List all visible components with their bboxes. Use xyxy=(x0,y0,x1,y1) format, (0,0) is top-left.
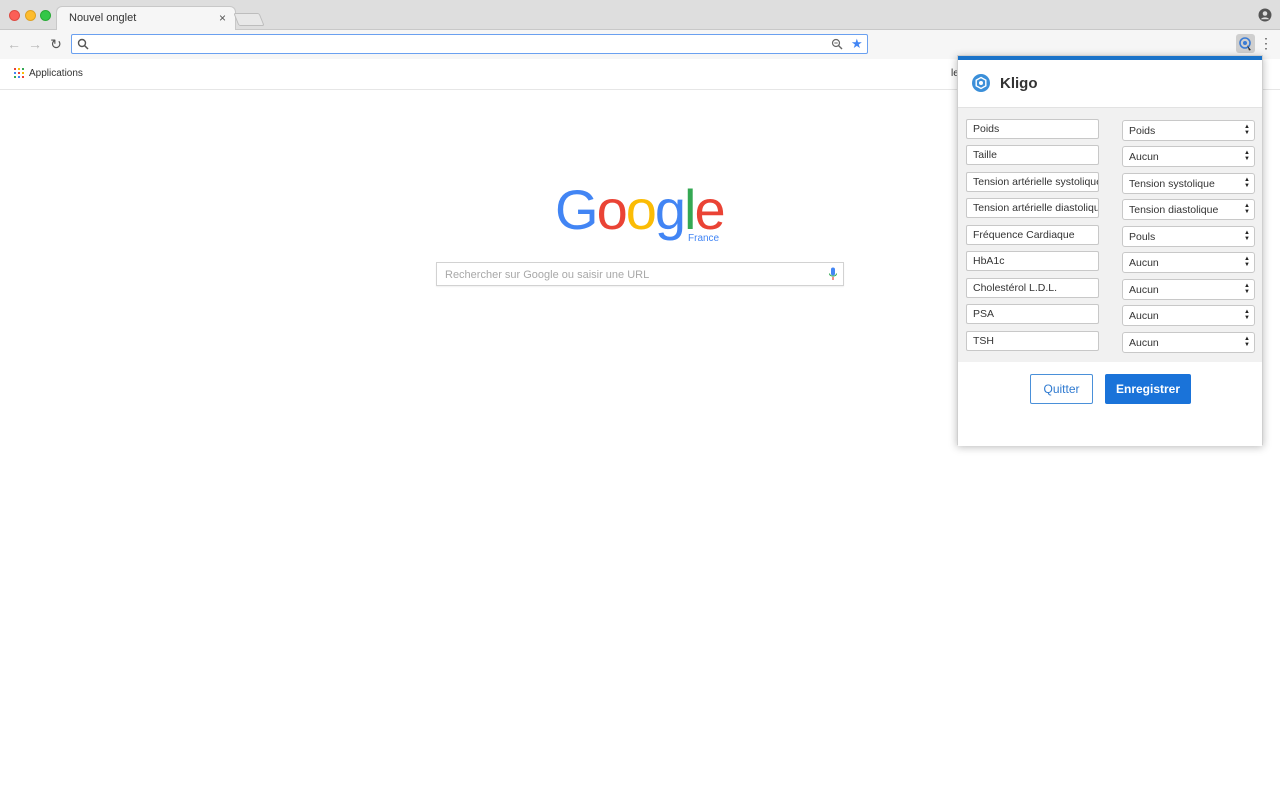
field-select[interactable]: Tension diastolique ▲ ▼ xyxy=(1122,199,1255,220)
mapping-row: HbA1c Aucun ▲ ▼ xyxy=(958,251,1262,273)
tab-strip: Nouvel onglet × xyxy=(0,0,1280,31)
select-arrows-icon: ▲ ▼ xyxy=(1244,124,1250,136)
field-input[interactable]: Taille xyxy=(966,145,1099,165)
close-window-button[interactable] xyxy=(9,10,20,21)
field-input[interactable]: Tension artérielle systolique xyxy=(966,172,1099,192)
logo-letter: g xyxy=(654,178,686,241)
select-value: Aucun xyxy=(1129,337,1159,349)
logo-letter: o xyxy=(625,178,657,241)
kligo-extension-icon xyxy=(1239,37,1251,51)
select-arrows-icon: ▲ ▼ xyxy=(1244,283,1250,295)
popup-title: Kligo xyxy=(1000,75,1038,92)
omnibox[interactable]: ★ xyxy=(71,34,868,54)
select-arrows-icon: ▲ ▼ xyxy=(1244,309,1250,321)
mapping-row: Tension artérielle diastolique Tension d… xyxy=(958,198,1262,220)
field-select[interactable]: Aucun ▲ ▼ xyxy=(1122,305,1255,326)
select-value: Aucun xyxy=(1129,310,1159,322)
extension-icon[interactable] xyxy=(1236,34,1255,53)
mapping-row: Fréquence Cardiaque Pouls ▲ ▼ xyxy=(958,225,1262,247)
select-value: Tension diastolique xyxy=(1129,204,1219,216)
select-arrows-icon: ▲ ▼ xyxy=(1244,256,1250,268)
select-arrows-icon: ▲ ▼ xyxy=(1244,150,1250,162)
select-value: Poids xyxy=(1129,125,1156,137)
tab-new-tab[interactable]: Nouvel onglet × xyxy=(56,6,236,31)
bookmark-applications[interactable]: Applications xyxy=(29,68,83,79)
search-icon xyxy=(77,38,89,50)
reload-icon[interactable]: ↻ xyxy=(47,35,65,53)
back-arrow-icon[interactable]: ← xyxy=(5,35,23,53)
field-select[interactable]: Aucun ▲ ▼ xyxy=(1122,252,1255,273)
field-input[interactable]: Fréquence Cardiaque xyxy=(966,225,1099,245)
maximize-window-button[interactable] xyxy=(40,10,51,21)
mapping-row: Taille Aucun ▲ ▼ xyxy=(958,145,1262,167)
select-value: Aucun xyxy=(1129,151,1159,163)
mapping-row: Poids Poids ▲ ▼ xyxy=(958,119,1262,141)
profile-icon[interactable] xyxy=(1258,8,1272,22)
field-select[interactable]: Pouls ▲ ▼ xyxy=(1122,226,1255,247)
popup-header: Kligo xyxy=(958,60,1262,108)
field-input[interactable]: Poids xyxy=(966,119,1099,139)
apps-grid-icon[interactable] xyxy=(14,68,24,78)
save-button[interactable]: Enregistrer xyxy=(1105,374,1191,404)
select-value: Aucun xyxy=(1129,257,1159,269)
menu-icon[interactable]: ⋮ xyxy=(1259,36,1273,50)
field-input[interactable]: Tension artérielle diastolique xyxy=(966,198,1099,218)
field-input[interactable]: PSA xyxy=(966,304,1099,324)
logo-letter: l xyxy=(684,178,697,241)
mapping-row: PSA Aucun ▲ ▼ xyxy=(958,304,1262,326)
mapping-form: Poids Poids ▲ ▼ Taille Aucun ▲ ▼ Tension art… xyxy=(958,108,1262,362)
mapping-row: Cholestérol L.D.L. Aucun ▲ ▼ xyxy=(958,278,1262,300)
field-select[interactable]: Aucun ▲ ▼ xyxy=(1122,279,1255,300)
zoom-icon[interactable] xyxy=(831,38,843,50)
logo-letter: o xyxy=(596,178,628,241)
field-input[interactable]: Cholestérol L.D.L. xyxy=(966,278,1099,298)
select-arrows-icon: ▲ ▼ xyxy=(1244,336,1250,348)
logo-letter: G xyxy=(555,178,599,241)
select-value: Aucun xyxy=(1129,284,1159,296)
omnibox-input[interactable] xyxy=(92,37,832,51)
google-search-box[interactable] xyxy=(436,262,844,286)
microphone-icon[interactable] xyxy=(828,267,838,281)
minimize-window-button[interactable] xyxy=(25,10,36,21)
google-country-label: France xyxy=(688,233,720,244)
select-value: Pouls xyxy=(1129,231,1156,243)
star-icon[interactable]: ★ xyxy=(851,36,863,51)
field-input[interactable]: TSH xyxy=(966,331,1099,351)
kligo-popup: Kligo Poids Poids ▲ ▼ Taille Aucun ▲ ▼ Tensi… xyxy=(957,55,1263,446)
field-select[interactable]: Tension systolique ▲ ▼ xyxy=(1122,173,1255,194)
quit-button[interactable]: Quitter xyxy=(1030,374,1093,404)
tab-close-icon[interactable]: × xyxy=(219,11,226,25)
forward-arrow-icon[interactable]: → xyxy=(26,35,44,53)
logo-letter: e xyxy=(694,178,725,241)
field-input[interactable]: HbA1c xyxy=(966,251,1099,271)
google-search-input[interactable] xyxy=(443,267,813,282)
select-value: Tension systolique xyxy=(1129,178,1215,190)
field-select[interactable]: Poids ▲ ▼ xyxy=(1122,120,1255,141)
new-tab-button[interactable] xyxy=(233,13,265,26)
select-arrows-icon: ▲ ▼ xyxy=(1244,230,1250,242)
popup-footer: Quitter Enregistrer xyxy=(958,362,1262,446)
field-select[interactable]: Aucun ▲ ▼ xyxy=(1122,146,1255,167)
select-arrows-icon: ▲ ▼ xyxy=(1244,203,1250,215)
select-arrows-icon: ▲ ▼ xyxy=(1244,177,1250,189)
mapping-row: Tension artérielle systolique Tension sy… xyxy=(958,172,1262,194)
tab-title: Nouvel onglet xyxy=(69,12,137,24)
mapping-row: TSH Aucun ▲ ▼ xyxy=(958,331,1262,353)
field-select[interactable]: Aucun ▲ ▼ xyxy=(1122,332,1255,353)
kligo-logo-icon xyxy=(972,74,990,92)
